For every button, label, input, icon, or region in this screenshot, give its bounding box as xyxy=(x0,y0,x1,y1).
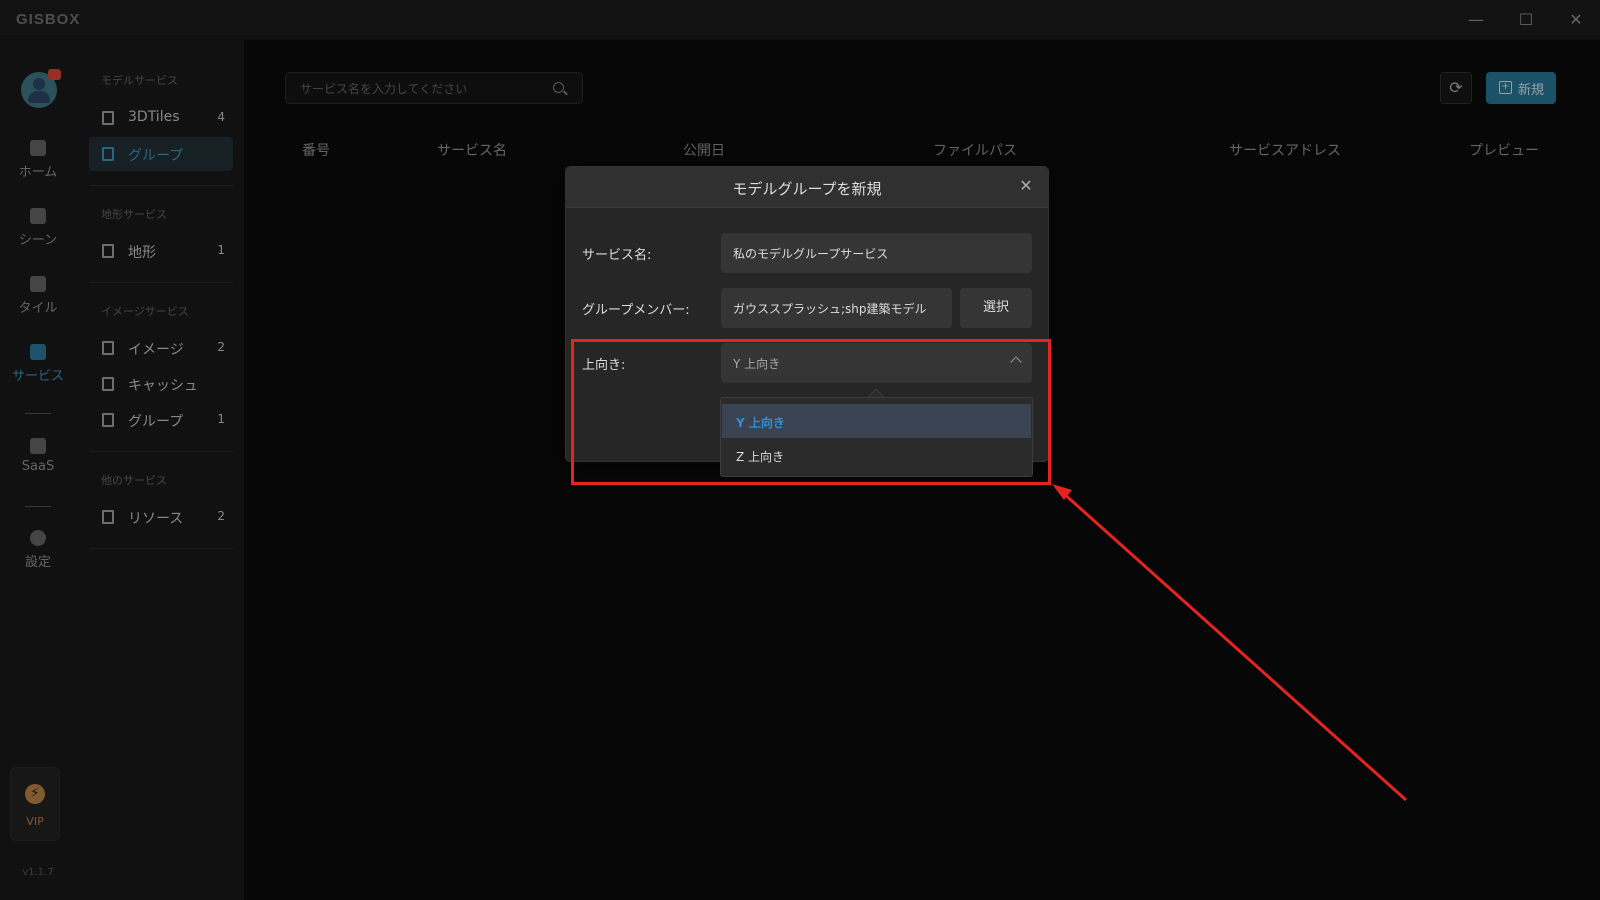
service-name-label: サービス名: xyxy=(582,248,652,263)
dialog-header: モデルグループを新規 ✕ xyxy=(566,167,1048,208)
select-members-button[interactable]: 選択 xyxy=(960,288,1032,328)
group-members-label: グループメンバー: xyxy=(582,303,690,318)
dialog-title: モデルグループを新規 xyxy=(732,180,882,198)
annotation-highlight-box xyxy=(571,339,1051,485)
service-name-value: 私のモデルグループサービス xyxy=(733,247,889,261)
group-members-field[interactable]: ガウススプラッシュ;shp建築モデル xyxy=(721,288,952,328)
service-name-field[interactable]: 私のモデルグループサービス xyxy=(721,233,1032,273)
group-members-value: ガウススプラッシュ;shp建築モデル xyxy=(733,302,927,316)
close-icon[interactable]: ✕ xyxy=(1016,176,1036,196)
